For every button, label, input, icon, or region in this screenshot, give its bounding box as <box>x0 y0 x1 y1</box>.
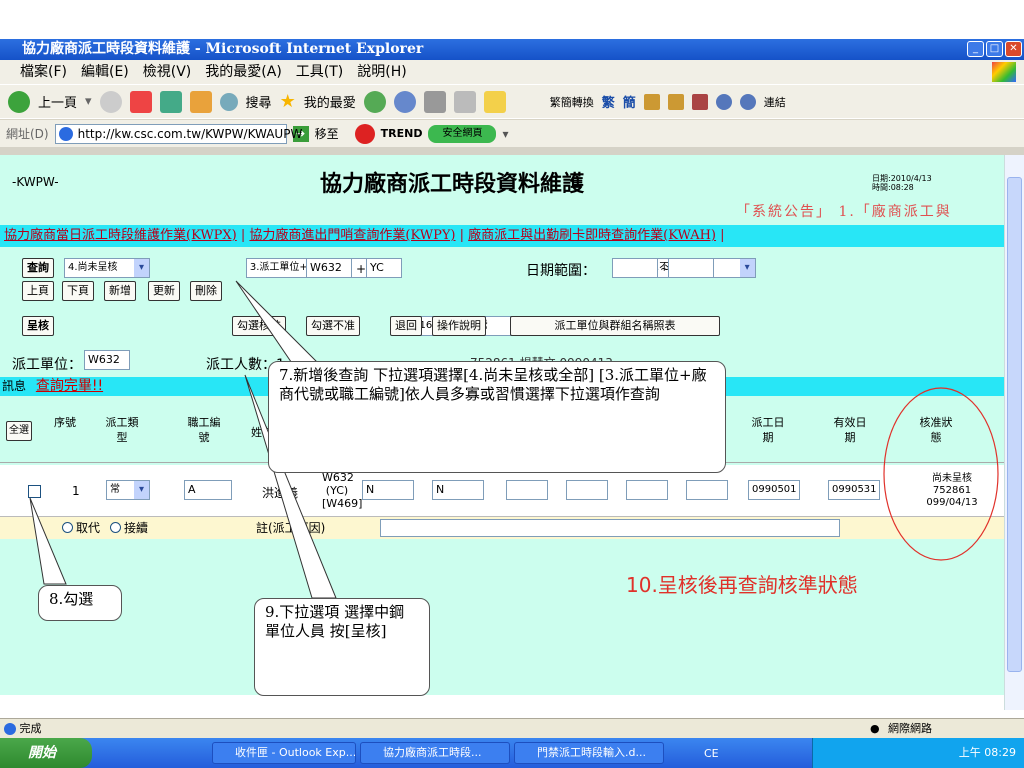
system-tray: 上午 08:29 <box>812 738 1024 768</box>
task-word[interactable]: 門禁派工時段輸入.d... <box>514 742 664 764</box>
task-ie[interactable]: 協力廠商派工時段... <box>360 742 510 764</box>
done-icon <box>4 723 16 735</box>
language-indicator[interactable]: CE <box>704 747 719 760</box>
callout-8: 8.勾選 <box>38 585 122 621</box>
zone-label: 網際網路 <box>888 722 932 735</box>
callout-10: 10.呈核後再查詢核準狀態 <box>626 573 858 597</box>
zone-icon: ● <box>870 722 880 735</box>
callout-9: 9.下拉選項 選擇中鋼單位人員 按[呈核] <box>254 598 430 696</box>
taskbar: 開始 收件匣 - Outlook Exp... 協力廠商派工時段... 門禁派工… <box>0 738 1024 768</box>
status-text: 完成 <box>19 722 42 735</box>
callout-7: 7.新增後查詢 下拉選項選擇[4.尚未呈核或全部] [3.派工單位+廠商代號或職… <box>268 361 726 473</box>
start-button[interactable]: 開始 <box>0 738 92 768</box>
status-bar: 完成 ● 網際網路 <box>0 718 1024 738</box>
clock: 上午 08:29 <box>958 746 1016 759</box>
task-outlook[interactable]: 收件匣 - Outlook Exp... <box>212 742 356 764</box>
